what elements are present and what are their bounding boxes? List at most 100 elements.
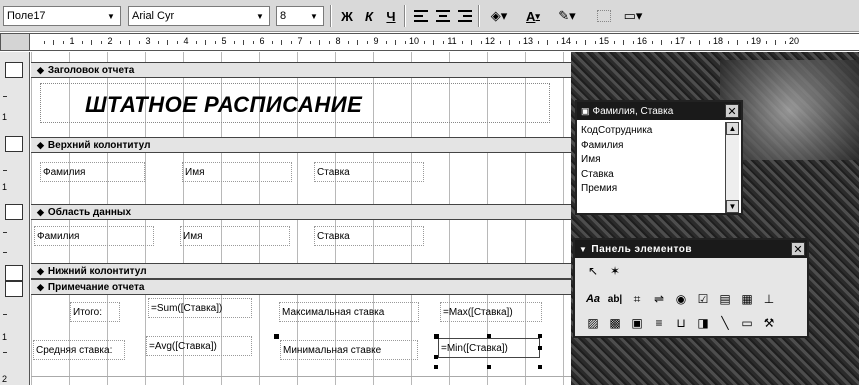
ruler-tick (309, 41, 311, 44)
section-selector[interactable] (5, 136, 23, 152)
ruler-tick (3, 232, 7, 233)
align-right-button[interactable] (454, 6, 476, 26)
resize-handle[interactable] (538, 334, 542, 338)
scroll-up-icon[interactable]: ▲ (726, 122, 739, 135)
toolbox-title: Панель элементов (591, 243, 692, 255)
detail-bar[interactable]: ◆ Область данных (31, 204, 571, 220)
page-footer-bar[interactable]: ◆ Нижний колонтитул (31, 263, 571, 279)
ruler-number: 8 (335, 36, 341, 46)
option-button-icon[interactable]: ◉ (671, 290, 691, 308)
resize-handle[interactable] (538, 346, 542, 350)
toolbox-window[interactable]: ▼ Панель элементов ✕ ↖ ✶ Aa ab| ⌗ ⇌ ◉ ☑ … (573, 238, 809, 338)
option-group-icon[interactable]: ⌗ (627, 290, 647, 308)
min-expression-selected[interactable]: =Min([Ставка]) (438, 338, 540, 358)
field-list-item[interactable]: КодСотрудника (579, 124, 725, 139)
toolbox-titlebar[interactable]: ▼ Панель элементов (575, 240, 807, 258)
bound-object-icon[interactable]: ▣ (627, 314, 647, 332)
fill-color-button[interactable]: ◈▾ (484, 6, 514, 26)
detail-field-name[interactable]: Имя (180, 226, 290, 246)
subform-icon[interactable]: ◨ (693, 314, 713, 332)
font-select[interactable]: Arial Cyr ▼ (128, 6, 270, 26)
ruler-tick (138, 41, 140, 44)
resize-handle[interactable] (434, 334, 439, 339)
ruler-number: 20 (788, 36, 800, 46)
ruler-corner[interactable] (0, 33, 30, 51)
resize-handle[interactable] (487, 365, 491, 369)
checkbox-icon[interactable]: ☑ (693, 290, 713, 308)
page-header-bar[interactable]: ◆ Верхний колонтитул (31, 137, 571, 153)
list-box-icon[interactable]: ▦ (737, 290, 757, 308)
ruler-tick (471, 40, 472, 45)
ruler-tick (328, 41, 330, 44)
header-label-rate[interactable]: Ставка (314, 162, 424, 182)
separator (478, 5, 480, 27)
ruler-tick (43, 41, 45, 44)
report-title[interactable]: ШТАТНОЕ РАСПИСАНИЕ (85, 92, 362, 118)
move-handle[interactable] (274, 334, 279, 339)
line-width-button[interactable] (590, 6, 618, 26)
field-list-item[interactable]: Ставка (579, 168, 725, 183)
unbound-object-icon[interactable]: ▩ (605, 314, 625, 332)
total-expression[interactable]: =Sum([Ставка]) (148, 298, 252, 318)
page-break-icon[interactable]: ≡ (649, 314, 669, 332)
combo-box-icon[interactable]: ▤ (715, 290, 735, 308)
total-label[interactable]: Итого: (70, 302, 120, 322)
max-expression[interactable]: =Max([Ставка]) (440, 302, 542, 322)
horizontal-ruler[interactable]: 1 2 3 4 5 6 7 8 9 10 11 12 13 14 15 16 17 18 19 20 (30, 33, 859, 51)
resize-handle[interactable] (434, 365, 438, 369)
min-rate-label[interactable]: Минимальная ставке (280, 340, 418, 360)
section-selector[interactable] (5, 265, 23, 281)
header-label-surname[interactable]: Фамилия (40, 162, 145, 182)
tab-control-icon[interactable]: ⊔ (671, 314, 691, 332)
scroll-down-icon[interactable]: ▼ (726, 200, 739, 213)
close-icon[interactable]: ✕ (725, 104, 739, 118)
field-list-item[interactable]: Имя (579, 153, 725, 168)
report-footer-bar[interactable]: ◆ Примечание отчета (31, 279, 571, 295)
control-wizards-icon[interactable]: ✶ (605, 262, 625, 280)
field-list-item[interactable]: Премия (579, 182, 725, 197)
report-header-bar[interactable]: ◆ Заголовок отчета (31, 62, 571, 78)
chevron-down-icon[interactable]: ▼ (307, 8, 321, 24)
section-selector[interactable] (5, 281, 23, 297)
avg-rate-label[interactable]: Средняя ставка: (33, 340, 125, 360)
line-tool-icon[interactable]: ╲ (715, 314, 735, 332)
resize-handle[interactable] (538, 365, 542, 369)
header-label-name[interactable]: Имя (182, 162, 292, 182)
italic-button[interactable]: К (358, 6, 380, 26)
underline-button[interactable]: Ч (380, 6, 402, 26)
chevron-down-icon[interactable]: ▼ (104, 8, 118, 24)
align-left-button[interactable] (410, 6, 432, 26)
select-objects-icon[interactable]: ↖ (583, 262, 603, 280)
section-selector[interactable] (5, 204, 23, 220)
close-icon[interactable]: ✕ (791, 242, 805, 256)
ruler-number: 5 (221, 36, 227, 46)
font-color-button[interactable]: A ▾ (518, 6, 548, 26)
field-list-window[interactable]: ▣ Фамилия, Ставка ✕ КодСотрудника Фамили… (575, 100, 743, 215)
field-list-scrollbar[interactable]: ▲ ▼ (725, 122, 739, 213)
line-color-button[interactable]: ✎▾ (552, 6, 582, 26)
toggle-button-icon[interactable]: ⇌ (649, 290, 669, 308)
label-tool-icon[interactable]: Aa (583, 290, 603, 308)
avg-expression[interactable]: =Avg([Ставка]) (146, 336, 252, 356)
resize-handle[interactable] (434, 355, 438, 359)
image-tool-icon[interactable]: ▨ (583, 314, 603, 332)
special-effect-button[interactable]: ▭▾ (620, 6, 646, 26)
font-size-select[interactable]: 8 ▼ (276, 6, 324, 26)
more-controls-icon[interactable]: ⚒ (759, 314, 779, 332)
resize-handle[interactable] (487, 334, 491, 338)
ruler-tick (613, 41, 615, 44)
max-rate-label[interactable]: Максимальная ставка (279, 302, 419, 322)
field-list-titlebar[interactable]: ▣ Фамилия, Ставка (577, 102, 741, 120)
chevron-down-icon[interactable]: ▼ (253, 8, 267, 24)
rectangle-tool-icon[interactable]: ▭ (737, 314, 757, 332)
align-center-button[interactable] (432, 6, 454, 26)
ruler-tick (537, 41, 539, 44)
command-button-icon[interactable]: ⊥ (759, 290, 779, 308)
bold-button[interactable]: Ж (336, 6, 358, 26)
detail-field-surname[interactable]: Фамилия (34, 226, 154, 246)
section-selector[interactable] (5, 62, 23, 78)
detail-field-rate[interactable]: Ставка (314, 226, 424, 246)
textbox-tool-icon[interactable]: ab| (605, 290, 625, 308)
field-list-item[interactable]: Фамилия (579, 139, 725, 154)
object-select[interactable]: Поле17 ▼ (3, 6, 121, 26)
